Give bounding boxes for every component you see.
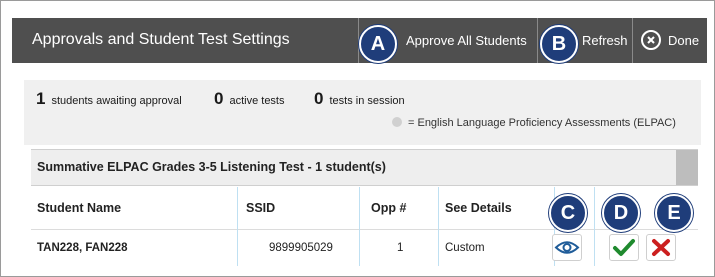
callout-badge-e: E — [655, 194, 693, 232]
active-count: 0 — [214, 89, 224, 108]
header-separator — [537, 18, 538, 63]
opp-cell: 1 — [397, 242, 404, 254]
approve-all-students-button[interactable]: Approve All Students — [406, 18, 527, 63]
callout-badge-a: A — [359, 25, 397, 63]
done-label: Done — [668, 33, 700, 48]
legend-text: = English Language Proficiency Assessmen… — [408, 117, 676, 129]
page-title: Approvals and Student Test Settings — [32, 31, 290, 48]
refresh-button[interactable]: Refresh — [582, 18, 628, 63]
elpac-legend: = English Language Proficiency Assessmen… — [392, 117, 676, 129]
summary-panel: 1 students awaiting approval 0 active test… — [24, 80, 701, 145]
session-count: 0 — [314, 89, 324, 108]
table-row: TAN228, FAN228 9899905029 1 Custom — [31, 231, 698, 266]
column-header-student-name: Student Name — [37, 201, 122, 215]
deny-button[interactable] — [646, 234, 676, 261]
column-header-ssid: SSID — [246, 201, 276, 215]
test-group-title: Summative ELPAC Grades 3-5 Listening Tes… — [37, 160, 386, 174]
elpac-dot-icon — [392, 117, 402, 127]
callout-badge-c: C — [549, 194, 587, 232]
column-header-opp: Opp # — [371, 201, 407, 215]
callout-badge-d: D — [602, 194, 640, 232]
awaiting-approval-stat: 1 students awaiting approval — [36, 89, 182, 109]
student-name-cell: TAN228, FAN228 — [37, 242, 128, 254]
close-circle-icon — [641, 30, 661, 50]
column-header-see-details: See Details — [445, 201, 512, 215]
ssid-cell: 9899905029 — [269, 242, 333, 254]
eye-icon — [554, 241, 580, 254]
see-details-cell: Custom — [445, 242, 485, 254]
approvals-panel: Approvals and Student Test Settings Appr… — [0, 0, 715, 277]
active-label: active tests — [229, 95, 285, 107]
tests-in-session-stat: 0 tests in session — [314, 89, 405, 109]
table-header: Student Name SSID Opp # See Details — [31, 187, 698, 230]
awaiting-count: 1 — [36, 89, 46, 108]
header-separator — [632, 18, 633, 63]
test-group-header[interactable]: Summative ELPAC Grades 3-5 Listening Tes… — [31, 149, 698, 186]
checkmark-icon — [613, 239, 635, 256]
approve-button[interactable] — [609, 234, 639, 261]
done-button[interactable]: Done — [641, 18, 707, 63]
active-tests-stat: 0 active tests — [214, 89, 285, 109]
view-details-button[interactable] — [552, 234, 582, 261]
x-mark-icon — [652, 239, 670, 256]
group-scrollbar[interactable] — [676, 150, 698, 185]
awaiting-label: students awaiting approval — [51, 95, 182, 107]
session-label: tests in session — [329, 95, 405, 107]
callout-badge-b: B — [540, 25, 578, 63]
